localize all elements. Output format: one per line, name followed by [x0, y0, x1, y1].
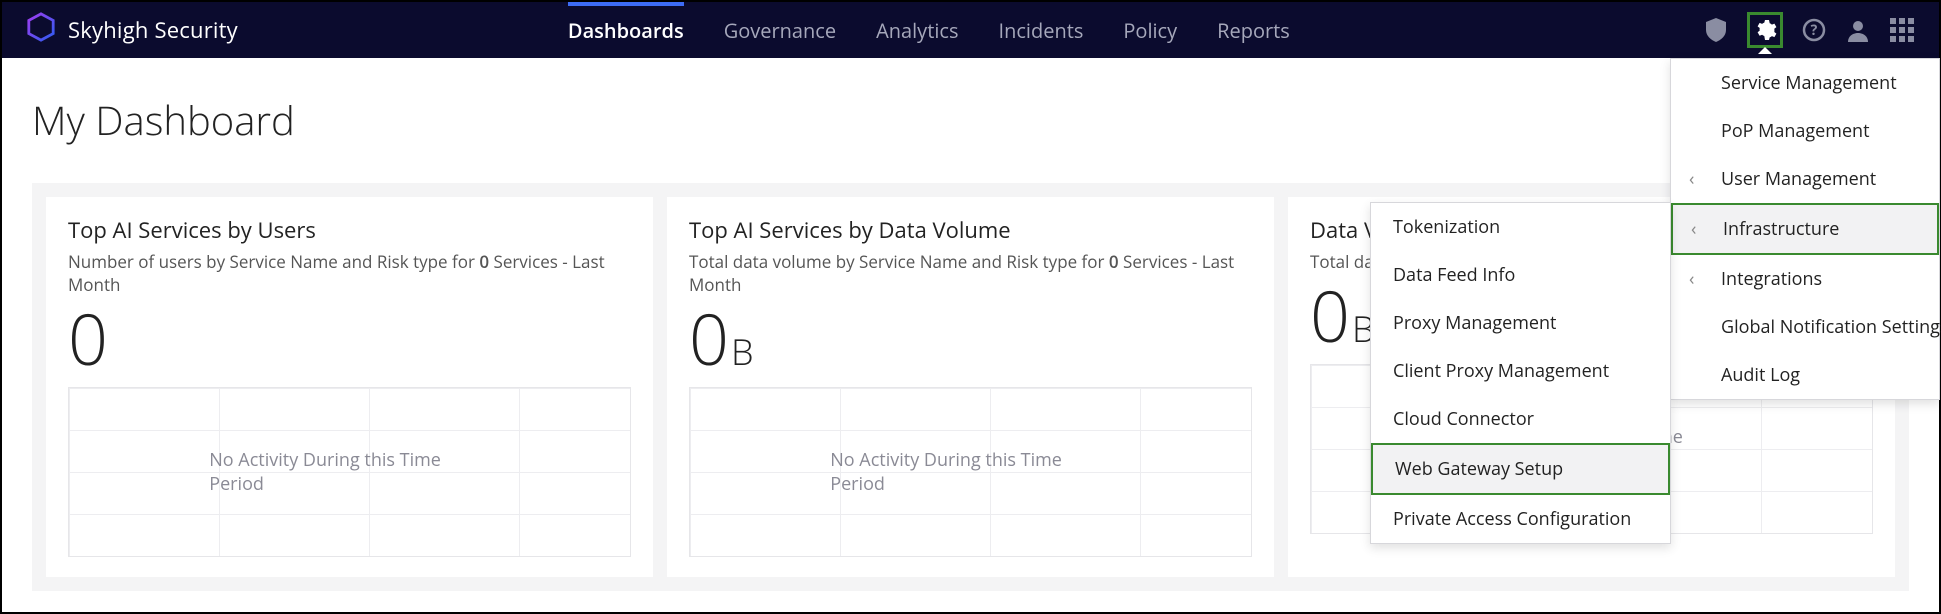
- settings-menu: Service Management PoP Management ‹User …: [1670, 58, 1940, 400]
- menu-integrations[interactable]: ‹Integrations: [1671, 255, 1939, 303]
- nav-governance[interactable]: Governance: [724, 2, 836, 58]
- user-icon[interactable]: [1845, 17, 1871, 43]
- top-bar: Skyhigh Security Dashboards Governance A…: [2, 2, 1939, 58]
- nav-policy[interactable]: Policy: [1123, 2, 1177, 58]
- settings-button[interactable]: [1747, 12, 1783, 48]
- submenu-data-feed-info[interactable]: Data Feed Info: [1371, 251, 1670, 299]
- menu-global-notification-settings[interactable]: Global Notification Settings: [1671, 303, 1939, 351]
- help-icon[interactable]: ?: [1801, 17, 1827, 43]
- menu-pop-management[interactable]: PoP Management: [1671, 107, 1939, 155]
- logo-icon: [26, 12, 56, 49]
- card-title: Top AI Services by Users: [68, 215, 631, 245]
- submenu-web-gateway-setup[interactable]: Web Gateway Setup: [1371, 443, 1670, 495]
- apps-icon[interactable]: [1889, 17, 1915, 43]
- brand-text: Skyhigh Security: [68, 15, 238, 45]
- menu-user-management[interactable]: ‹User Management: [1671, 155, 1939, 203]
- menu-service-management[interactable]: Service Management: [1671, 59, 1939, 107]
- chart-placeholder: No Activity During this Time Period: [68, 387, 631, 557]
- card-title: Top AI Services by Data Volume: [689, 215, 1252, 245]
- submenu-proxy-management[interactable]: Proxy Management: [1371, 299, 1670, 347]
- page-title: My Dashboard: [32, 92, 1909, 147]
- nav-analytics[interactable]: Analytics: [876, 2, 958, 58]
- chevron-left-icon: ‹: [1689, 267, 1694, 291]
- svg-text:?: ?: [1811, 21, 1818, 40]
- menu-infrastructure[interactable]: ‹Infrastructure: [1671, 203, 1939, 255]
- nav-incidents[interactable]: Incidents: [999, 2, 1084, 58]
- chevron-left-icon: ‹: [1689, 167, 1694, 191]
- shield-icon[interactable]: [1703, 17, 1729, 43]
- menu-audit-log[interactable]: Audit Log: [1671, 351, 1939, 399]
- no-activity-text: No Activity During this Time Period: [830, 448, 1111, 496]
- card-ai-users: Top AI Services by Users Number of users…: [46, 197, 653, 577]
- submenu-private-access-configuration[interactable]: Private Access Configuration: [1371, 495, 1670, 543]
- chevron-left-icon: ‹: [1691, 217, 1696, 241]
- top-icons: ?: [1703, 12, 1915, 48]
- submenu-cloud-connector[interactable]: Cloud Connector: [1371, 395, 1670, 443]
- chart-placeholder: No Activity During this Time Period: [689, 387, 1252, 557]
- no-activity-text: No Activity During this Time Period: [209, 448, 490, 496]
- nav-reports[interactable]: Reports: [1217, 2, 1290, 58]
- card-subtitle: Number of users by Service Name and Risk…: [68, 251, 631, 297]
- main-nav: Dashboards Governance Analytics Incident…: [568, 2, 1290, 58]
- card-subtitle: Total data volume by Service Name and Ri…: [689, 251, 1252, 297]
- card-ai-data-volume: Top AI Services by Data Volume Total dat…: [667, 197, 1274, 577]
- submenu-client-proxy-management[interactable]: Client Proxy Management: [1371, 347, 1670, 395]
- brand[interactable]: Skyhigh Security: [26, 12, 238, 49]
- card-value: 0: [68, 303, 631, 373]
- submenu-tokenization[interactable]: Tokenization: [1371, 203, 1670, 251]
- nav-dashboards[interactable]: Dashboards: [568, 2, 684, 58]
- infrastructure-submenu: Tokenization Data Feed Info Proxy Manage…: [1370, 202, 1671, 544]
- card-value: 0B: [689, 303, 1252, 373]
- gear-icon: [1752, 17, 1778, 43]
